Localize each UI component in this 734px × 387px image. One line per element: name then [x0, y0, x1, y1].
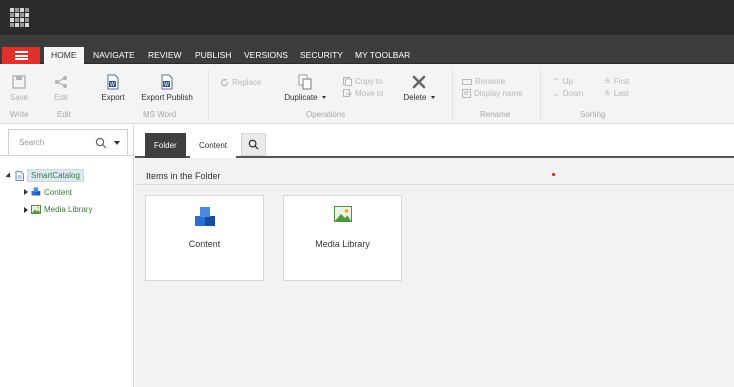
- expand-arrow-icon[interactable]: [24, 189, 28, 195]
- replace-button[interactable]: Replace: [220, 78, 261, 87]
- sort-last-button[interactable]: ≚ Last: [604, 89, 629, 98]
- word-icon: W: [161, 74, 173, 90]
- delete-button[interactable]: Delete: [400, 74, 438, 102]
- tab-folder[interactable]: Folder: [145, 133, 186, 158]
- tree-node-content[interactable]: Content: [24, 187, 72, 197]
- chevron-down-icon: [321, 96, 326, 100]
- ribbon-tab-bar: HOME NAVIGATE REVIEW PUBLISH VERSIONS SE…: [0, 35, 734, 64]
- group-label-operations: Operations: [306, 110, 346, 119]
- card-label: Media Library: [315, 239, 370, 249]
- expand-arrow-icon[interactable]: [5, 171, 13, 180]
- group-label-rename: Rename: [480, 110, 511, 119]
- save-icon: [12, 75, 26, 89]
- copy-icon: [298, 74, 312, 90]
- search-dropdown-icon[interactable]: [114, 141, 120, 145]
- display-name-button[interactable]: Display name: [462, 89, 522, 98]
- copy-to-icon: [343, 77, 352, 86]
- menu-button[interactable]: [2, 47, 40, 64]
- hamburger-icon: [14, 51, 28, 60]
- move-to-icon: [343, 89, 352, 97]
- export-button[interactable]: W Export: [98, 74, 128, 102]
- sort-up-button[interactable]: ⌃ Up: [553, 77, 573, 86]
- pane-divider: [0, 155, 134, 156]
- ribbon-divider: [208, 70, 209, 120]
- main-search-button[interactable]: [241, 133, 266, 156]
- image-icon: [31, 205, 41, 214]
- search-icon[interactable]: [95, 137, 107, 149]
- rename-button[interactable]: Rename: [462, 77, 505, 86]
- export-publish-button[interactable]: W Export Publish: [137, 74, 197, 102]
- search-icon: [248, 139, 259, 150]
- tab-security[interactable]: SECURITY: [293, 47, 350, 64]
- status-dot: [552, 173, 555, 176]
- copy-to-button[interactable]: Copy to: [343, 77, 383, 86]
- tree-node-root[interactable]: SmartCatalog: [5, 169, 84, 182]
- rename-icon: [462, 78, 472, 85]
- image-icon: [333, 206, 352, 222]
- double-chevron-up-icon: ≙: [604, 77, 611, 86]
- section-title: Items in the Folder: [146, 171, 221, 181]
- app-logo-icon[interactable]: [10, 8, 30, 28]
- tab-my-toolbar[interactable]: MY TOOLBAR: [348, 47, 417, 64]
- tab-review[interactable]: REVIEW: [141, 47, 189, 64]
- folder-card-media-library[interactable]: Media Library: [283, 195, 402, 281]
- tab-publish[interactable]: PUBLISH: [188, 47, 238, 64]
- tab-versions[interactable]: VERSIONS: [237, 47, 295, 64]
- chevron-down-icon: [430, 96, 435, 100]
- svg-text:W: W: [110, 82, 115, 88]
- tree-search-box: [8, 129, 128, 156]
- sort-first-button[interactable]: ≙ First: [604, 77, 629, 86]
- group-label-ms-word: MS Word: [143, 110, 177, 119]
- document-icon: [15, 170, 24, 181]
- group-label-edit: Edit: [57, 110, 71, 119]
- double-chevron-down-icon: ≚: [604, 89, 611, 98]
- ribbon: Save Edit W Export W Export Publish Writ…: [0, 64, 734, 124]
- section-divider: [135, 184, 734, 185]
- folder-card-content[interactable]: Content: [145, 195, 264, 281]
- chevron-up-icon: ⌃: [553, 77, 560, 86]
- move-to-button[interactable]: Move to: [343, 89, 383, 98]
- refresh-icon: [220, 78, 229, 87]
- expand-arrow-icon[interactable]: [24, 206, 28, 213]
- tab-content[interactable]: Content: [190, 133, 237, 158]
- search-input[interactable]: [10, 131, 76, 154]
- ribbon-divider: [452, 70, 453, 120]
- top-bar: [0, 0, 734, 35]
- duplicate-button[interactable]: Duplicate: [280, 74, 330, 102]
- display-name-icon: [462, 89, 471, 98]
- tab-home[interactable]: HOME: [44, 47, 84, 64]
- group-label-sorting: Sorting: [580, 110, 606, 119]
- ribbon-divider: [540, 70, 541, 120]
- save-button[interactable]: Save: [8, 74, 30, 102]
- cubes-icon: [31, 187, 41, 196]
- tab-navigate[interactable]: NAVIGATE: [86, 47, 142, 64]
- card-label: Content: [188, 239, 221, 249]
- group-label-write: Write: [10, 110, 29, 119]
- edit-button[interactable]: Edit: [50, 74, 72, 102]
- word-icon: W: [107, 74, 119, 90]
- tree-node-label[interactable]: SmartCatalog: [27, 169, 84, 182]
- content-tree-pane: SmartCatalog Content Media Library: [0, 125, 134, 387]
- chevron-down-icon: ⌄: [553, 89, 560, 98]
- tree-node-media-library[interactable]: Media Library: [24, 205, 92, 214]
- delete-x-icon: [412, 75, 426, 89]
- main-tab-bar: Folder Content: [135, 125, 734, 158]
- svg-text:W: W: [164, 82, 169, 88]
- share-icon: [55, 76, 67, 88]
- main-content-area: Folder Content Items in the Folder Conte…: [135, 125, 734, 387]
- sort-down-button[interactable]: ⌄ Down: [553, 89, 583, 98]
- cubes-icon: [194, 207, 215, 226]
